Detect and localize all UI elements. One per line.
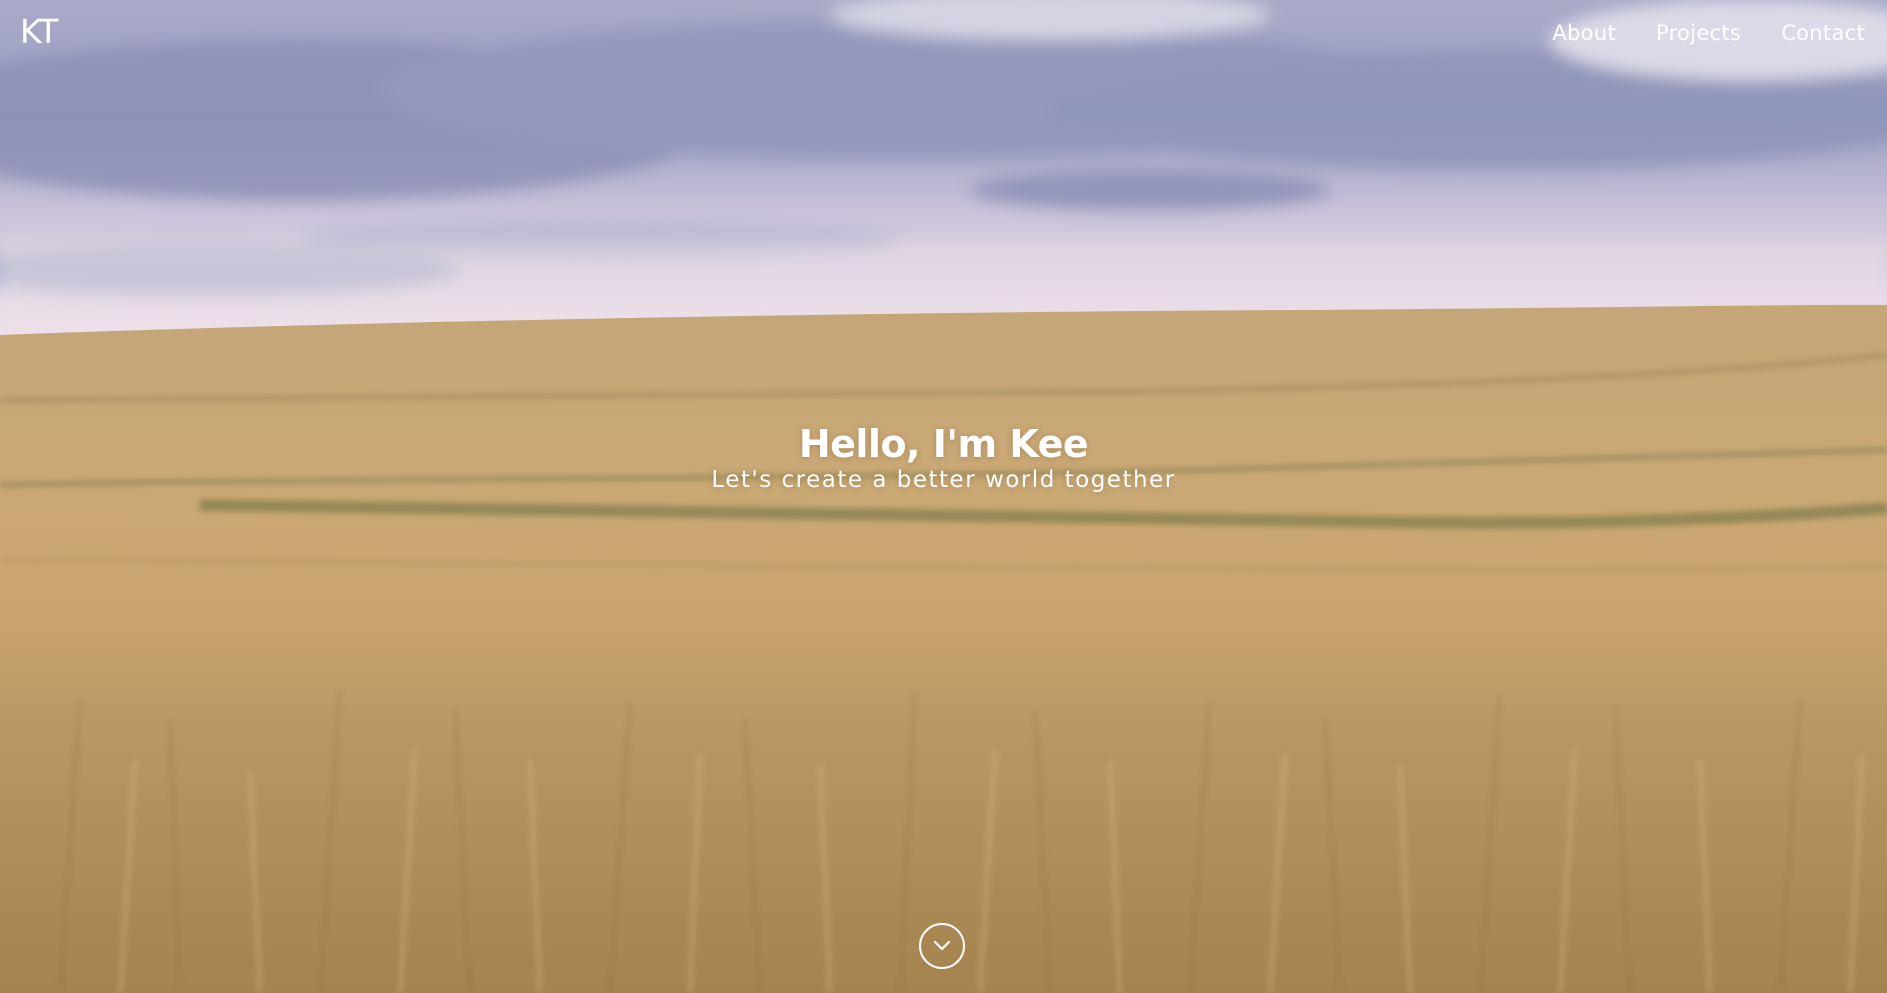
- scroll-down-button[interactable]: [919, 923, 965, 969]
- nav-link-contact[interactable]: Contact: [1781, 21, 1865, 45]
- hero-section: KT About Projects Contact Hello, I'm Kee…: [0, 0, 1887, 993]
- hero-title: Hello, I'm Kee: [798, 422, 1089, 466]
- hero-text-block: Hello, I'm Kee Let's create a better wor…: [0, 420, 1887, 494]
- nav-link-projects[interactable]: Projects: [1656, 21, 1741, 45]
- nav-link-about[interactable]: About: [1552, 21, 1616, 45]
- nav-item-projects: Projects: [1656, 21, 1741, 45]
- site-logo[interactable]: KT: [20, 12, 58, 51]
- hero-subtitle: Let's create a better world together: [711, 467, 1176, 493]
- top-navbar: KT About Projects Contact: [0, 0, 1887, 66]
- hero-background-image: [0, 0, 1887, 993]
- nav-item-about: About: [1552, 21, 1616, 45]
- nav-item-contact: Contact: [1781, 21, 1865, 45]
- nav-links: About Projects Contact: [1552, 21, 1865, 45]
- chevron-down-icon: [933, 940, 951, 951]
